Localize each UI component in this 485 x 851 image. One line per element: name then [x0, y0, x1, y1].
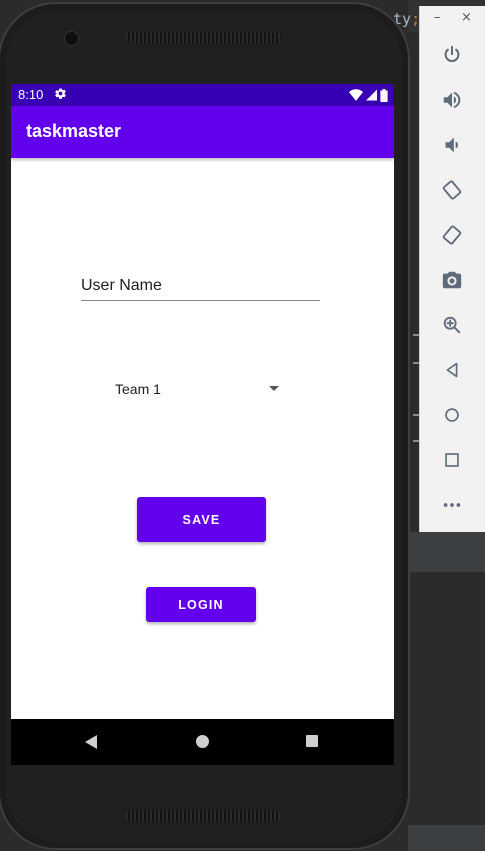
rotate-right-icon [442, 225, 462, 245]
team-selected-value: Team 1 [115, 381, 161, 397]
rotate-left-icon [442, 180, 462, 200]
app-toolbar: taskmaster [11, 106, 394, 158]
top-speaker-grille [126, 31, 281, 43]
back-icon[interactable] [85, 735, 97, 749]
username-input[interactable] [81, 272, 320, 301]
battery-icon [380, 88, 388, 102]
overview-nav-button[interactable] [439, 447, 465, 473]
android-status-bar: 8:10 [11, 84, 394, 106]
cell-signal-icon [366, 89, 377, 101]
android-nav-bar [11, 719, 394, 765]
dropdown-arrow-icon [269, 386, 279, 391]
login-button[interactable]: LOGIN [146, 587, 256, 622]
emulator-toolbar: – × [419, 6, 485, 532]
zoom-in-icon [443, 316, 461, 334]
zoom-button[interactable] [439, 312, 465, 338]
status-icons [349, 88, 388, 102]
home-circle-icon [445, 408, 459, 422]
toolbar-window-controls: – × [420, 6, 485, 32]
status-time: 8:10 [18, 87, 44, 102]
power-button[interactable] [439, 42, 465, 68]
home-nav-button[interactable] [439, 402, 465, 428]
app-title: taskmaster [26, 121, 122, 141]
screenshot-button[interactable] [439, 267, 465, 293]
close-button[interactable]: × [461, 10, 472, 25]
more-dots-icon [443, 503, 461, 507]
back-nav-button[interactable] [439, 357, 465, 383]
wifi-icon [349, 89, 363, 101]
team-spinner[interactable]: Team 1 [107, 376, 283, 404]
ide-panel-strip [408, 532, 485, 572]
recent-apps-icon[interactable] [306, 735, 318, 747]
home-icon[interactable] [196, 735, 209, 748]
bottom-speaker-grille [126, 810, 281, 822]
device-screen: 8:10 taskmaster Team 1 SAVE LOGIN [11, 84, 394, 765]
front-camera-icon [64, 31, 79, 46]
rotate-left-button[interactable] [439, 177, 465, 203]
back-triangle-icon [446, 362, 458, 378]
volume-up-icon [443, 91, 461, 109]
save-button[interactable]: SAVE [137, 497, 266, 542]
settings-gear-icon [55, 88, 66, 99]
power-icon [444, 45, 460, 62]
overview-square-icon [445, 453, 459, 467]
ide-statusbar-strip [408, 825, 485, 851]
camera-icon [442, 271, 462, 289]
more-options-button[interactable] [439, 492, 465, 518]
volume-down-button[interactable] [439, 132, 465, 158]
minimize-button[interactable]: – [434, 10, 441, 25]
rotate-right-button[interactable] [439, 222, 465, 248]
volume-down-icon [445, 137, 458, 153]
volume-up-button[interactable] [439, 87, 465, 113]
